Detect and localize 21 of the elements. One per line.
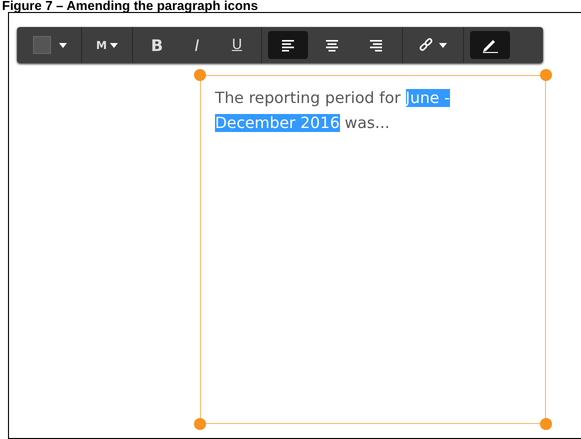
figure-caption: Figure 7 – Amending the paragraph icons xyxy=(1,0,259,12)
caret-icon xyxy=(110,42,118,48)
edit-button[interactable] xyxy=(470,31,510,59)
caret-icon xyxy=(59,42,67,48)
italic-button[interactable]: I xyxy=(178,31,215,59)
underline-button[interactable]: U xyxy=(218,31,255,59)
align-left-button[interactable] xyxy=(268,31,308,59)
color-swatch-icon xyxy=(33,36,51,54)
resize-handle[interactable] xyxy=(194,69,206,81)
link-icon xyxy=(418,38,433,52)
bold-button[interactable]: B xyxy=(138,31,175,59)
align-left-icon xyxy=(280,38,295,52)
resize-handle[interactable] xyxy=(194,418,206,430)
font-size-button[interactable]: M xyxy=(88,31,126,59)
align-center-icon xyxy=(324,38,339,52)
resize-handle[interactable] xyxy=(540,418,552,430)
align-right-icon xyxy=(368,38,383,52)
paragraph-text: The reporting period for June - December 2016 was... xyxy=(215,88,451,134)
pencil-icon xyxy=(480,37,499,53)
caret-icon xyxy=(438,42,447,48)
resize-handle[interactable] xyxy=(540,69,552,81)
